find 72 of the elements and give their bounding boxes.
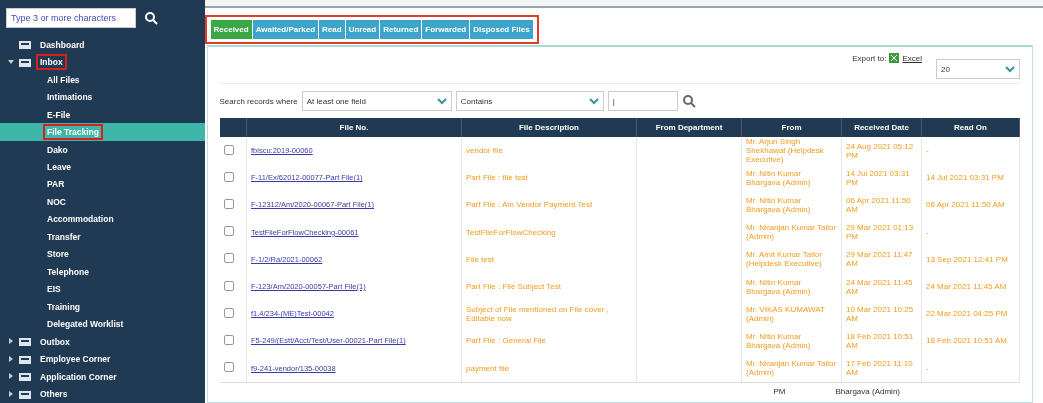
- excel-link[interactable]: Excel: [902, 53, 922, 63]
- sidebar-subitem[interactable]: Dako: [0, 140, 205, 159]
- column-header[interactable]: Read On: [921, 118, 1020, 137]
- sidebar-item[interactable]: Application Corner: [36, 368, 121, 385]
- table-cell: Mr. Niranjan Kumar Tailor (Admin): [746, 223, 837, 242]
- table-cell: 06 Apr 2021 11:50 AM: [846, 195, 911, 214]
- sidebar-subitem[interactable]: E-File: [0, 105, 205, 124]
- table-cell: 24 Aug 2021 05:12 PM: [846, 141, 914, 160]
- table-cell: Part File : Am Vendor Payment Test: [466, 200, 593, 210]
- table-cell: PM: [773, 386, 786, 396]
- table-cell: Part File : General File: [466, 336, 547, 346]
- column-header[interactable]: From: [741, 118, 842, 137]
- table-cell: Mr. Amit Kumar Tailor (Helpdesk Executive): [746, 250, 822, 269]
- search-field[interactable]: Type 3 or more characters: [6, 8, 136, 28]
- filter-label: Search records where: [219, 96, 298, 106]
- table-cell: Part File : file test: [466, 173, 528, 183]
- sidebar-item[interactable]: Inbox: [36, 54, 67, 71]
- table-cell: Mr. Nitin Kumar Bhargava (Admin): [746, 195, 811, 214]
- table-cell: 17 Feb 2021 11:10 AM: [846, 359, 913, 378]
- sidebar-subitem[interactable]: Training: [0, 298, 205, 316]
- sidebar-subitem[interactable]: NOC: [0, 193, 205, 211]
- search-value-field[interactable]: |: [607, 91, 678, 111]
- sidebar-subitem[interactable]: Delegated Worklist: [0, 315, 205, 333]
- table-cell: 18 Feb 2021 10:51 AM: [846, 331, 914, 350]
- sidebar-subitem[interactable]: Intimations: [0, 88, 205, 106]
- table-cell: 14 Jul 2021 03:31 PM: [926, 173, 1004, 183]
- sidebar-subitem[interactable]: Telephone: [0, 263, 205, 281]
- table-cell: Subject of File mentioned on File cover , Editable now: [466, 304, 609, 323]
- sidebar-subitem[interactable]: Store: [0, 245, 205, 264]
- sidebar-subitem[interactable]: PAR: [0, 175, 205, 194]
- table-cell: Mr. Arjun Singh Shekhawat (Helpdesk Executive): [746, 137, 824, 165]
- sidebar-item[interactable]: Employee Corner: [36, 351, 115, 368]
- column-header[interactable]: File No.: [246, 118, 462, 137]
- page-size-select[interactable]: 20: [936, 59, 1020, 79]
- sidebar-subitem[interactable]: Leave: [0, 158, 205, 176]
- table-cell: -: [926, 363, 929, 373]
- table-cell: File test: [466, 254, 494, 264]
- sidebar-subitem[interactable]: EIS: [0, 280, 205, 299]
- table-cell: 14 Jul 2021 03:31 PM: [846, 168, 910, 187]
- table-cell: Part File : File Subject Test: [466, 282, 561, 292]
- table-cell: 10 Mar 2021 10:25 AM: [846, 304, 914, 323]
- table-cell: 24 Mar 2021 11:45 AM: [926, 282, 1007, 292]
- table-cell: 13 Sep 2021 12:41 PM: [926, 254, 1008, 264]
- table-cell: payment file: [466, 363, 510, 373]
- table-cell: Mr. Nitin Kumar Bhargava (Admin): [746, 168, 811, 187]
- sidebar-item[interactable]: Others: [36, 386, 72, 403]
- sidebar-item[interactable]: Dashboard: [36, 36, 89, 53]
- table-cell: 06 Apr 2021 11:50 AM: [926, 200, 1005, 210]
- sidebar-subitem[interactable]: All Files: [0, 70, 205, 89]
- sidebar-subitem[interactable]: Transfer: [0, 228, 205, 246]
- column-header[interactable]: Received Date: [841, 118, 922, 137]
- column-header[interactable]: File Description: [461, 118, 637, 137]
- table-cell: Mr. Niranjan Kumar Tailor (Admin): [746, 359, 837, 378]
- table-cell: vendor file: [466, 146, 503, 156]
- column-header[interactable]: From Department: [636, 118, 742, 137]
- table-cell: 18 Feb 2021 10:51 AM: [926, 336, 1007, 346]
- table-cell: -: [926, 146, 929, 156]
- table-cell: Bhargava (Admin): [835, 386, 900, 396]
- table-cell: 22 Mar 2021 04:25 PM: [926, 309, 1008, 319]
- operator-select[interactable]: Contains: [455, 91, 604, 111]
- sidebar-subitem[interactable]: Accommodation: [0, 210, 205, 229]
- table-cell: Mr. Nitin Kumar Bhargava (Admin): [746, 331, 811, 350]
- table-cell: TestFileForFlowChecking: [466, 227, 556, 237]
- table-cell: -: [926, 227, 929, 237]
- export-label: Export to:: [852, 53, 887, 63]
- table-cell: 24 Mar 2021 11:45 AM: [846, 277, 913, 296]
- field-select[interactable]: At least one field: [301, 91, 452, 111]
- table-cell: 29 Mar 2021 01:13 PM: [846, 223, 914, 242]
- table-cell: Mr. Nitin Kumar Bhargava (Admin): [746, 277, 811, 296]
- table-cell: 29 Mar 2021 11:47 AM: [846, 250, 913, 269]
- table-cell: Mr. VIKAS KUMAWAT (Admin): [746, 304, 825, 323]
- sidebar-item[interactable]: Outbox: [36, 333, 74, 350]
